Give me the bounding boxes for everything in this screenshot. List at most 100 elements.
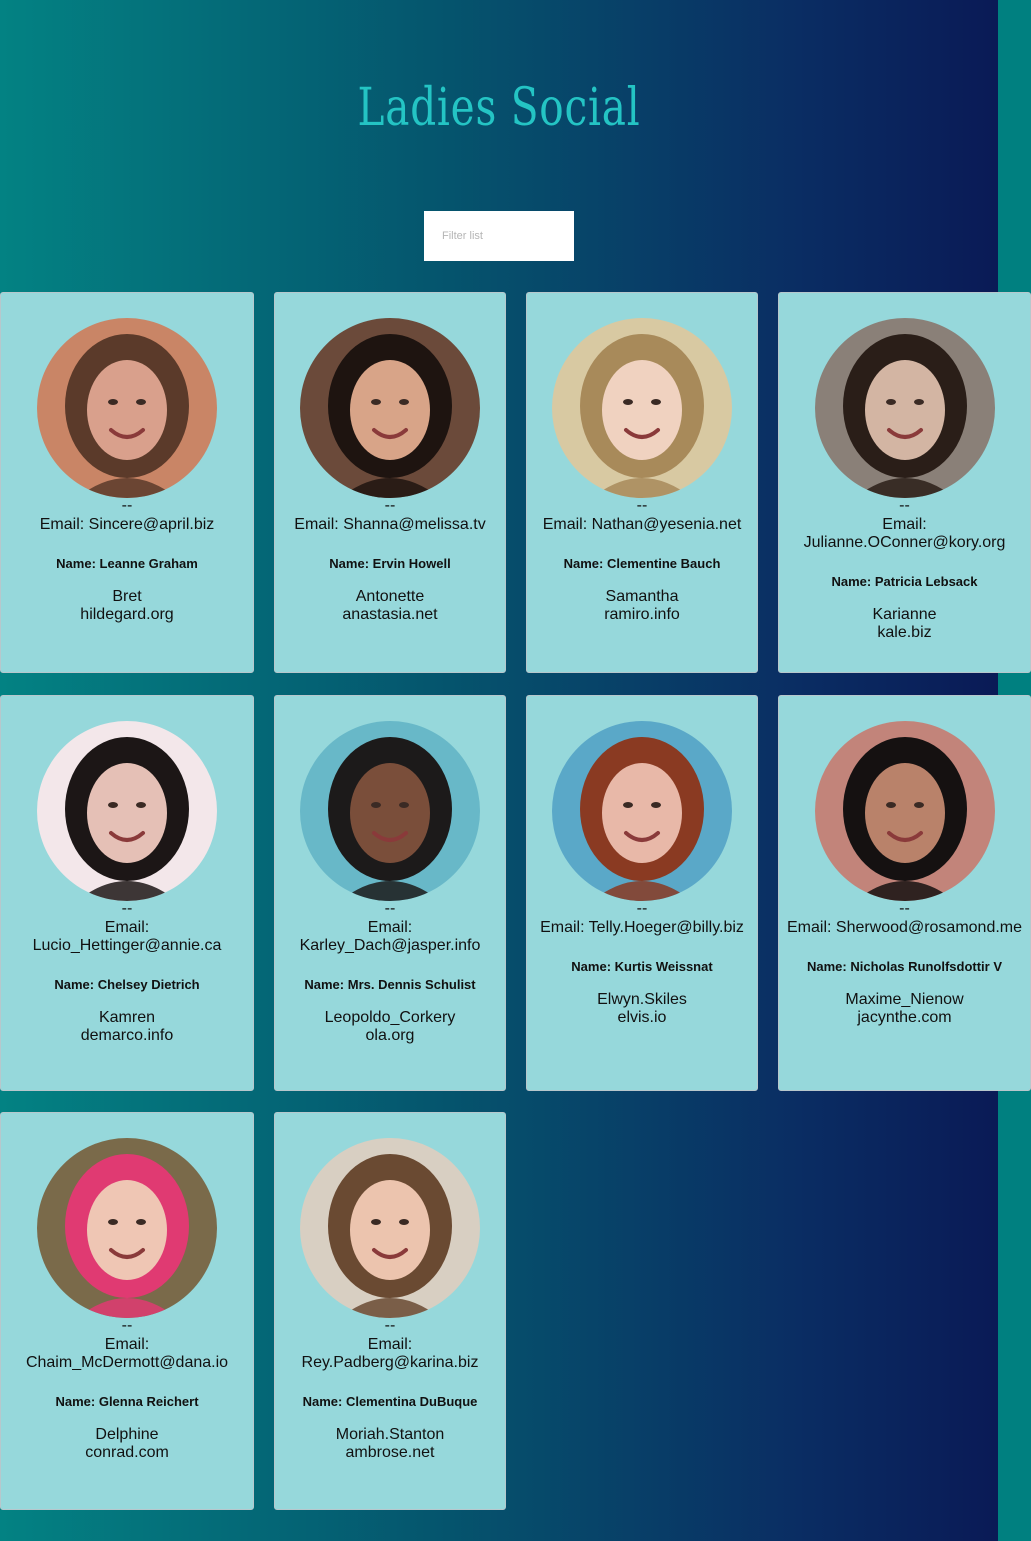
email-label: Email: [540,919,585,936]
filter-list-input[interactable] [424,211,574,261]
avatar [37,721,217,901]
website: anastasia.net [342,606,438,623]
name-label: Name: [329,556,370,571]
contact-card: -- Email: Karley_Dach@jasper.info Name: Mr… [274,695,506,1091]
contact-details: -- Email: Sincere@april.biz Name: Leanne G… [1,497,253,624]
username: Samantha [605,588,679,605]
website: elvis.io [617,1009,667,1026]
username: Antonette [355,588,425,605]
name-value: Chelsey Dietrich [97,977,200,992]
email-value: Chaim_McDermott@dana.io [25,1354,229,1371]
name-line: Name: Kurtis Weissnat [553,959,731,975]
email-label: Email: [882,516,927,533]
name-label: Name: [831,574,872,589]
email-line: Email: Sherwood@rosamond.me [787,919,1022,937]
separator-dash: -- [121,497,133,514]
contact-details: -- Email: Rey.Padberg@karina.biz Name: Cle… [275,1317,505,1462]
name-label: Name: [304,977,345,992]
email-value: Telly.Hoeger@billy.biz [588,919,744,936]
avatar [37,318,217,498]
name-label: Name: [56,556,96,571]
avatar [300,721,480,901]
contact-details: -- Email: Julianne.OConner@kory.org Name: … [779,498,1030,642]
website: conrad.com [85,1444,169,1461]
name-value: Leanne Graham [99,556,198,571]
separator-dash: -- [899,900,910,917]
contact-details: -- Email: Chaim_McDermott@dana.io Name: Gl… [1,1317,253,1462]
name-line: Name: Patricia Lebsack [805,574,1004,590]
name-line: Name: Clementina DuBuque [301,1394,479,1410]
avatar [300,1138,480,1318]
username: Karianne [872,606,937,623]
email-line: Email: Telly.Hoeger@billy.biz [535,919,749,937]
username: Maxime_Nienow [845,991,964,1008]
contact-details: -- Email: Lucio_Hettinger@annie.ca Name: C… [1,900,253,1045]
website: ola.org [365,1027,415,1044]
email-label: Email: [367,1336,413,1353]
username: Kamren [98,1009,156,1026]
email-line: Email: Chaim_McDermott@dana.io [9,1336,245,1372]
separator-dash: -- [384,900,396,917]
contact-details: -- Email: Karley_Dach@jasper.info Name: Mr… [275,900,505,1045]
contact-details: -- Email: Telly.Hoeger@billy.biz Name: Kur… [527,901,757,1027]
email-value: Sherwood@rosamond.me [835,919,1023,936]
email-value: Karley_Dach@jasper.info [299,937,481,954]
avatar [300,318,480,498]
contact-card: -- Email: Telly.Hoeger@billy.biz Name: Kur… [526,695,758,1091]
name-value: Clementine Bauch [606,556,721,571]
email-label: Email: [294,516,339,533]
website: hildegard.org [80,606,174,623]
contact-card: -- Email: Shanna@melissa.tv Name: Ervin Ho… [274,292,506,673]
email-value: Rey.Padberg@karina.biz [301,1354,479,1371]
avatar [814,318,995,498]
separator-dash: -- [121,900,133,917]
name-line: Name: Ervin Howell [301,556,479,572]
separator-dash: -- [384,1317,396,1334]
name-value: Nicholas Runolfsdottir V [850,959,1003,974]
app-title: Ladies Social [357,78,641,138]
avatar [552,721,732,901]
name-value: Glenna Reichert [98,1394,199,1409]
email-label: Email: [787,919,832,936]
email-line: Email: Lucio_Hettinger@annie.ca [9,919,245,955]
separator-dash: -- [384,497,396,514]
email-label: Email: [367,919,413,936]
email-label: Email: [104,1336,150,1353]
email-line: Email: Shanna@melissa.tv [283,516,497,534]
contact-card: -- Email: Sincere@april.biz Name: Leanne G… [0,292,254,673]
name-line: Name: Leanne Graham [27,556,227,572]
username: Moriah.Stanton [335,1426,445,1443]
name-label: Name: [302,1394,343,1409]
website: demarco.info [80,1027,174,1044]
avatar [37,1138,217,1318]
username: Leopoldo_Corkery [324,1009,456,1026]
name-line: Name: Mrs. Dennis Schulist [301,977,479,993]
website: ambrose.net [345,1444,435,1461]
name-value: Clementina DuBuque [345,1394,478,1409]
username: Bret [112,588,142,605]
name-line: Name: Nicholas Runolfsdottir V [805,959,1004,975]
name-line: Name: Chelsey Dietrich [27,977,227,993]
name-label: Name: [54,977,95,992]
email-line: Email: Rey.Padberg@karina.biz [283,1336,497,1372]
email-line: Email: Karley_Dach@jasper.info [283,919,497,955]
name-value: Mrs. Dennis Schulist [347,977,476,992]
contact-details: -- Email: Sherwood@rosamond.me Name: Nicho… [779,900,1030,1027]
website: jacynthe.com [857,1009,952,1026]
contact-card: -- Email: Julianne.OConner@kory.org Name: … [778,292,1031,673]
name-value: Patricia Lebsack [874,574,978,589]
name-label: Name: [55,1394,96,1409]
name-value: Kurtis Weissnat [614,959,713,974]
avatar [552,318,732,498]
email-label: Email: [39,516,85,533]
name-label: Name: [563,556,604,571]
contact-details: -- Email: Shanna@melissa.tv Name: Ervin Ho… [275,497,505,624]
avatar [814,721,995,901]
website: kale.biz [877,624,932,641]
username: Delphine [95,1426,159,1443]
email-value: Sincere@april.biz [88,516,215,533]
separator-dash: -- [121,1317,133,1334]
email-line: Email: Sincere@april.biz [9,516,245,534]
name-line: Name: Glenna Reichert [27,1394,227,1410]
email-value: Nathan@yesenia.net [591,516,742,533]
